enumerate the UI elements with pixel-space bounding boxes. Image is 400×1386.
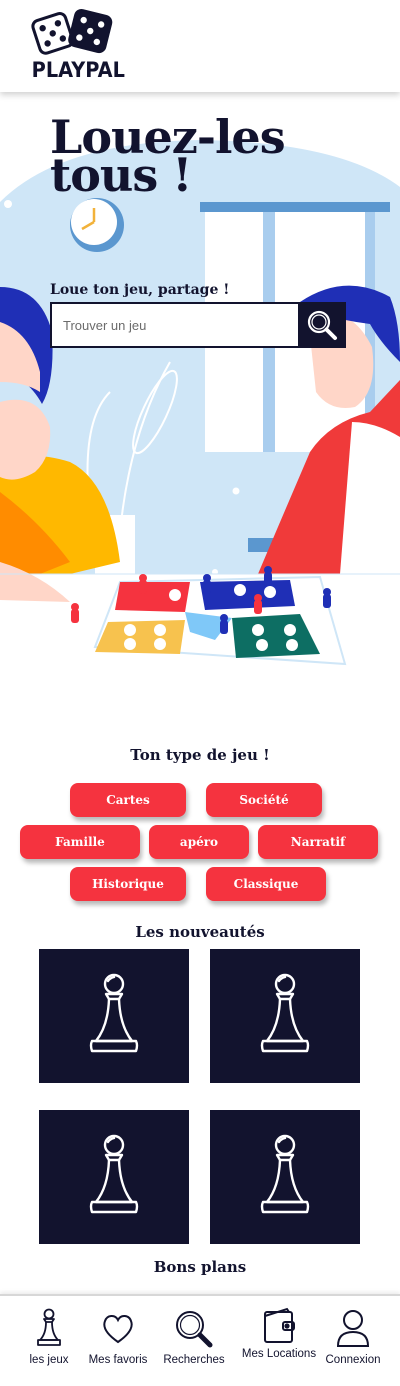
category-chip-societe[interactable]: Société (206, 783, 322, 817)
category-chip-classique[interactable]: Classique (206, 867, 326, 901)
nav-item-searches[interactable]: Recherches (149, 1296, 239, 1386)
new-game-card[interactable] (39, 949, 189, 1083)
nav-label: Recherches (163, 1354, 225, 1366)
brand-name: PLAYPAL (31, 58, 125, 82)
user-icon (336, 1310, 370, 1347)
app-header: PLAYPAL (0, 0, 400, 92)
nav-label: Connexion (325, 1354, 381, 1366)
search-input[interactable] (50, 302, 300, 348)
heart-icon (103, 1315, 133, 1344)
brand-logo[interactable]: PLAYPAL (28, 8, 125, 84)
category-chip-narratif[interactable]: Narratif (258, 825, 378, 859)
category-chip-apero[interactable]: apéro (149, 825, 249, 859)
new-game-card[interactable] (39, 1110, 189, 1244)
pawn-icon (37, 1308, 61, 1346)
hero-title: Louez-les tous ! (50, 110, 286, 202)
magnifier-icon (307, 310, 337, 340)
new-items-title: Les nouveautés (135, 923, 265, 941)
search-bar (50, 302, 346, 348)
hero-subtitle: Loue ton jeu, partage ! (50, 282, 230, 298)
chess-pawn-icon (89, 973, 139, 1053)
category-chip-famille[interactable]: Famille (20, 825, 140, 859)
deals-title: Bons plans (153, 1258, 247, 1276)
chess-pawn-icon (260, 973, 310, 1053)
search-icon (176, 1311, 213, 1348)
wallet-icon (264, 1307, 295, 1343)
bottom-navigation: les jeux Mes favoris Recherches Mes Loca… (0, 1294, 400, 1386)
new-game-card[interactable] (210, 1110, 360, 1244)
new-game-card[interactable] (210, 949, 360, 1083)
chess-pawn-icon (260, 1134, 310, 1214)
dice-icon (31, 8, 113, 55)
category-chip-historique[interactable]: Historique (70, 867, 186, 901)
search-button[interactable] (298, 302, 346, 348)
categories-title: Ton type de jeu ! (130, 746, 270, 764)
chess-pawn-icon (89, 1134, 139, 1214)
nav-item-login[interactable]: Connexion (308, 1296, 398, 1386)
category-chip-cartes[interactable]: Cartes (70, 783, 186, 817)
hero-section: Louez-les tous ! Loue ton jeu, partage ! (0, 92, 400, 692)
